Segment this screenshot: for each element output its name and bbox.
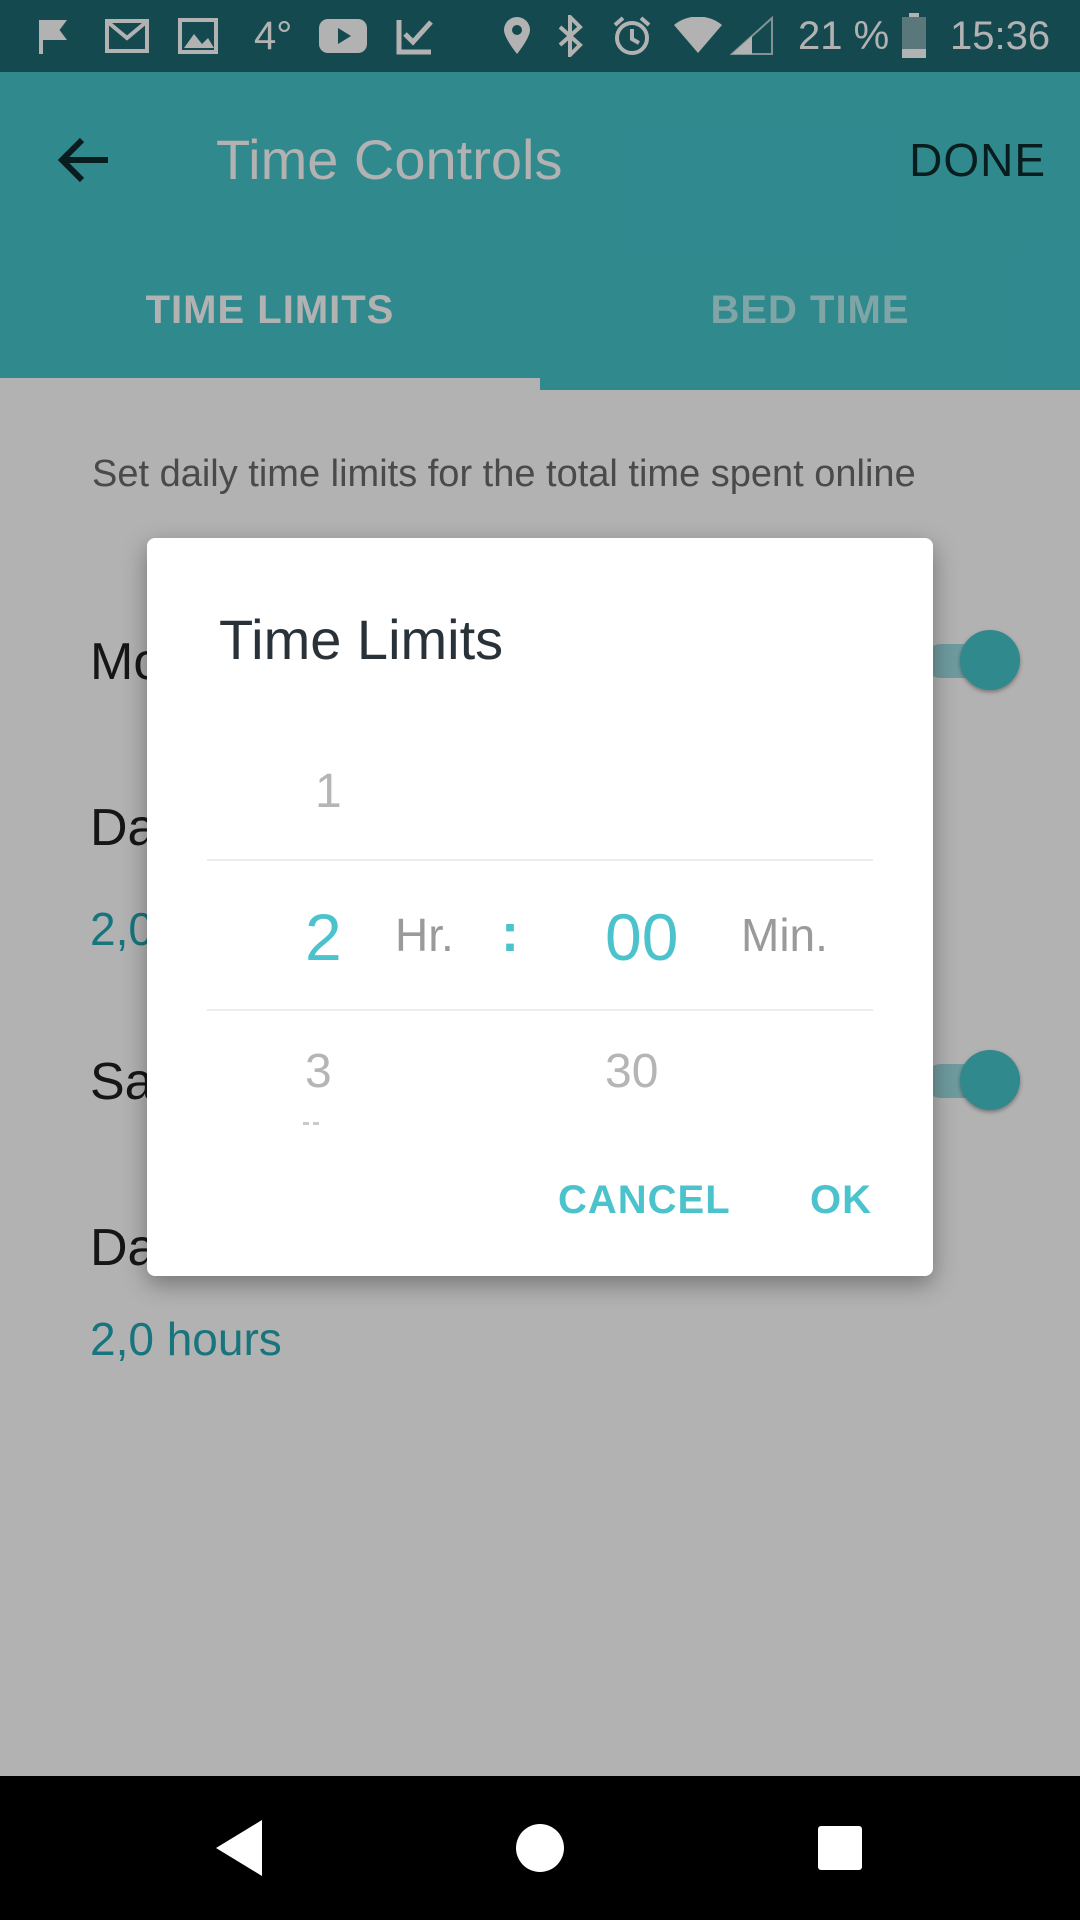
picker-divider-bottom [207, 1009, 873, 1011]
nav-recents-button[interactable] [800, 1808, 880, 1888]
hour-option-next[interactable]: 3 [305, 1048, 332, 1096]
ok-button[interactable]: OK [810, 1174, 872, 1226]
hour-selected[interactable]: 2 [305, 904, 342, 970]
picker-divider-top [207, 859, 873, 861]
nav-back-button[interactable] [200, 1808, 280, 1888]
nav-home-button[interactable] [500, 1808, 580, 1888]
picker-fade-edge [303, 1112, 325, 1125]
navigation-bar [0, 1776, 1080, 1920]
nav-back-icon [216, 1820, 262, 1876]
minute-selected[interactable]: 00 [605, 904, 678, 970]
nav-home-icon [516, 1824, 564, 1872]
time-limits-dialog: Time Limits 1 2 Hr. : 00 Min. 3 30 CANCE… [147, 538, 933, 1276]
hour-option-prev[interactable]: 1 [315, 768, 342, 816]
nav-recents-icon [818, 1826, 862, 1870]
minute-option-next[interactable]: 30 [605, 1048, 658, 1096]
dialog-title: Time Limits [219, 608, 504, 671]
time-separator: : [501, 903, 519, 963]
minute-unit-label: Min. [741, 909, 828, 961]
hour-unit-label: Hr. [395, 909, 454, 961]
cancel-button[interactable]: CANCEL [558, 1174, 731, 1226]
